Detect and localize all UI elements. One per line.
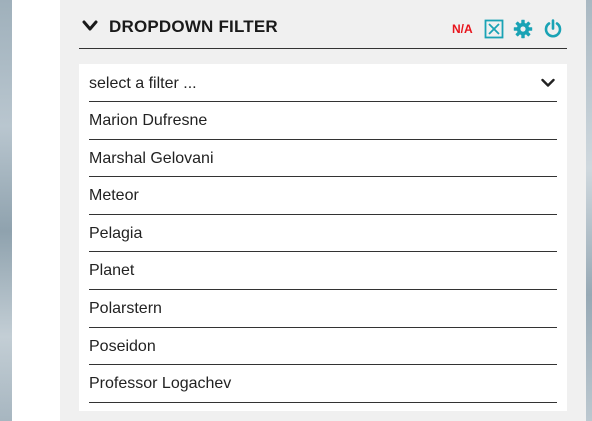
dropdown-option[interactable]: Polarstern xyxy=(89,290,557,328)
dropdown-option[interactable]: Pelagia xyxy=(89,215,557,253)
background-image-left xyxy=(0,0,12,421)
power-icon[interactable] xyxy=(543,19,563,39)
status-badge: N/A xyxy=(452,22,473,36)
select-placeholder: select a filter ... xyxy=(89,75,197,92)
filter-select[interactable]: select a filter ... xyxy=(89,64,557,102)
option-label: Polarstern xyxy=(89,299,162,317)
widget-title: DROPDOWN FILTER xyxy=(109,17,278,36)
page-gutter xyxy=(12,0,60,421)
dropdown-option[interactable]: Planet xyxy=(89,252,557,290)
background-image-right xyxy=(586,0,592,421)
chevron-down-icon[interactable] xyxy=(541,78,555,88)
dropdown-option[interactable]: Marshal Gelovani xyxy=(89,140,557,178)
option-label: Marion Dufresne xyxy=(89,112,208,129)
chevron-down-icon[interactable] xyxy=(82,20,98,32)
dropdown-filter-widget: DROPDOWN FILTER N/A select a filter ... … xyxy=(60,0,586,421)
dropdown-option[interactable]: Poseidon xyxy=(89,328,557,366)
option-label: Poseidon xyxy=(89,337,156,355)
filter-dropdown: select a filter ... Marion Dufresne Mars… xyxy=(79,64,567,411)
option-label: Professor Logachev xyxy=(89,375,232,393)
option-label: Meteor xyxy=(89,187,139,205)
option-label: Planet xyxy=(89,262,135,280)
option-label: Marshal Gelovani xyxy=(89,149,214,167)
clear-filter-icon[interactable] xyxy=(484,19,504,39)
dropdown-options-list: Marion Dufresne Marshal Gelovani Meteor … xyxy=(89,102,557,403)
dropdown-option[interactable]: Professor Logachev xyxy=(89,365,557,403)
widget-header: DROPDOWN FILTER N/A xyxy=(79,0,567,49)
dropdown-option[interactable]: Meteor xyxy=(89,177,557,215)
gear-icon[interactable] xyxy=(513,19,533,39)
option-label: Pelagia xyxy=(89,224,143,242)
dropdown-option[interactable]: Marion Dufresne xyxy=(89,102,557,140)
